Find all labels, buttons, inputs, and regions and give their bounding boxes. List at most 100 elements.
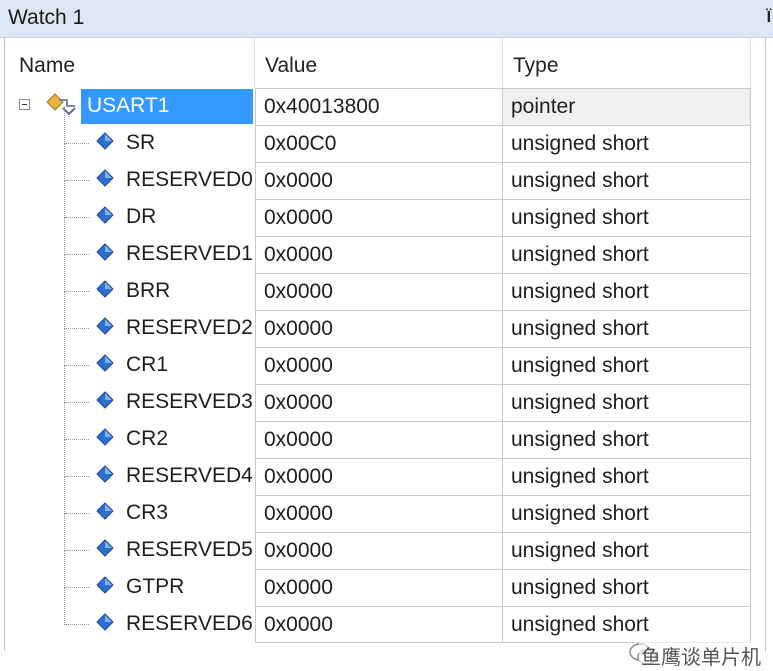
watch-row[interactable]: RESERVED2 0x0000 unsigned short	[5, 292, 751, 347]
member-type: unsigned short	[503, 125, 751, 162]
member-value[interactable]: 0x0000	[255, 236, 503, 273]
tree-line	[64, 403, 65, 440]
watch-row-parent[interactable]: USART1 0x40013800 pointer	[5, 88, 751, 125]
member-variable-icon	[95, 391, 115, 416]
member-type: unsigned short	[503, 421, 751, 458]
watch-row[interactable]: GTPR 0x0000 unsigned short	[5, 551, 751, 606]
watch-row[interactable]: CR2 0x0000 unsigned short	[5, 403, 751, 458]
member-value[interactable]: 0x0000	[255, 273, 503, 310]
member-type: unsigned short	[503, 310, 751, 347]
member-type: unsigned short	[503, 384, 751, 421]
member-name: CR2	[126, 427, 169, 450]
watermark-text: 鱼鹰谈单片机	[639, 641, 763, 670]
member-value[interactable]: 0x0000	[255, 495, 503, 532]
member-name: RESERVED1	[126, 242, 253, 265]
member-name-cell[interactable]: RESERVED3	[5, 366, 255, 421]
header-type[interactable]: Type	[503, 38, 751, 86]
member-type: unsigned short	[503, 273, 751, 310]
watch-row[interactable]: RESERVED0 0x0000 unsigned short	[5, 144, 751, 199]
member-name: BRR	[126, 279, 171, 302]
tree-line	[64, 329, 65, 366]
tree-branch	[65, 217, 89, 218]
member-value[interactable]: 0x0000	[255, 532, 503, 569]
member-value[interactable]: 0x0000	[255, 569, 503, 606]
parent-name-cell[interactable]: USART1	[5, 88, 255, 125]
header-name[interactable]: Name	[5, 38, 255, 86]
member-name-cell[interactable]: BRR	[5, 255, 255, 310]
parent-value[interactable]: 0x40013800	[255, 88, 503, 125]
tree-branch	[65, 587, 89, 588]
parent-type: pointer	[503, 88, 751, 125]
header-value[interactable]: Value	[255, 38, 503, 86]
member-type: unsigned short	[503, 347, 751, 384]
member-variable-icon	[95, 243, 115, 268]
member-type: unsigned short	[503, 199, 751, 236]
member-name-cell[interactable]: DR	[5, 181, 255, 236]
member-name-cell[interactable]: RESERVED0	[5, 144, 255, 199]
member-name-cell[interactable]: GTPR	[5, 551, 255, 606]
parent-name[interactable]: USART1	[81, 89, 253, 124]
member-name: RESERVED4	[126, 464, 253, 487]
member-name: SR	[126, 131, 156, 154]
member-name-cell[interactable]: CR2	[5, 403, 255, 458]
tree-line	[64, 477, 65, 514]
member-value[interactable]: 0x0000	[255, 162, 503, 199]
tree-line	[64, 588, 65, 625]
watch-row[interactable]: RESERVED1 0x0000 unsigned short	[5, 218, 751, 273]
member-name-cell[interactable]: RESERVED2	[5, 292, 255, 347]
pin-icon[interactable]: Ї	[767, 9, 771, 27]
struct-variable-icon	[45, 92, 77, 123]
watch-row[interactable]: BRR 0x0000 unsigned short	[5, 255, 751, 310]
member-value[interactable]: 0x0000	[255, 310, 503, 347]
member-value[interactable]: 0x0000	[255, 347, 503, 384]
member-name-cell[interactable]: RESERVED4	[5, 440, 255, 495]
member-name: RESERVED2	[126, 316, 253, 339]
member-value[interactable]: 0x0000	[255, 421, 503, 458]
member-name-cell[interactable]: RESERVED5	[5, 514, 255, 569]
member-type: unsigned short	[503, 606, 751, 643]
watch-row[interactable]: CR3 0x0000 unsigned short	[5, 477, 751, 532]
member-variable-icon	[95, 206, 115, 231]
member-name: RESERVED5	[126, 538, 253, 561]
watch-row[interactable]: RESERVED3 0x0000 unsigned short	[5, 366, 751, 421]
member-name-cell[interactable]: RESERVED1	[5, 218, 255, 273]
member-variable-icon	[95, 576, 115, 601]
column-header: Name Value Type	[5, 38, 765, 86]
member-type: unsigned short	[503, 458, 751, 495]
tree-line	[64, 292, 65, 329]
member-variable-icon	[95, 613, 115, 638]
member-variable-icon	[95, 280, 115, 305]
member-name: RESERVED6	[126, 612, 253, 635]
member-type: unsigned short	[503, 532, 751, 569]
tree-line	[64, 181, 65, 218]
member-name: DR	[126, 205, 157, 228]
member-name-cell[interactable]: CR3	[5, 477, 255, 532]
member-name: CR3	[126, 501, 169, 524]
collapse-icon[interactable]	[19, 99, 30, 110]
member-variable-icon	[95, 465, 115, 490]
watch-row[interactable]: RESERVED6 0x0000 unsigned short	[5, 588, 751, 643]
member-name: RESERVED0	[126, 168, 253, 191]
tree-line	[64, 218, 65, 255]
member-variable-icon	[95, 132, 115, 157]
member-value[interactable]: 0x00C0	[255, 125, 503, 162]
watch-row[interactable]: SR 0x00C0 unsigned short	[5, 107, 751, 162]
tree-branch	[65, 439, 89, 440]
member-value[interactable]: 0x0000	[255, 199, 503, 236]
watch-row[interactable]: RESERVED4 0x0000 unsigned short	[5, 440, 751, 495]
watch-row[interactable]: RESERVED5 0x0000 unsigned short	[5, 514, 751, 569]
member-name-cell[interactable]: RESERVED6	[5, 588, 255, 643]
tree-branch	[65, 476, 89, 477]
watch-row[interactable]: DR 0x0000 unsigned short	[5, 181, 751, 236]
tree-line	[64, 440, 65, 477]
member-type: unsigned short	[503, 495, 751, 532]
member-value[interactable]: 0x0000	[255, 384, 503, 421]
member-name-cell[interactable]: CR1	[5, 329, 255, 384]
member-value[interactable]: 0x0000	[255, 458, 503, 495]
member-name-cell[interactable]: SR	[5, 107, 255, 162]
tree-branch	[65, 143, 89, 144]
watch-row[interactable]: CR1 0x0000 unsigned short	[5, 329, 751, 384]
tree-line	[64, 255, 65, 292]
tree-line	[64, 144, 65, 181]
member-value[interactable]: 0x0000	[255, 606, 503, 643]
